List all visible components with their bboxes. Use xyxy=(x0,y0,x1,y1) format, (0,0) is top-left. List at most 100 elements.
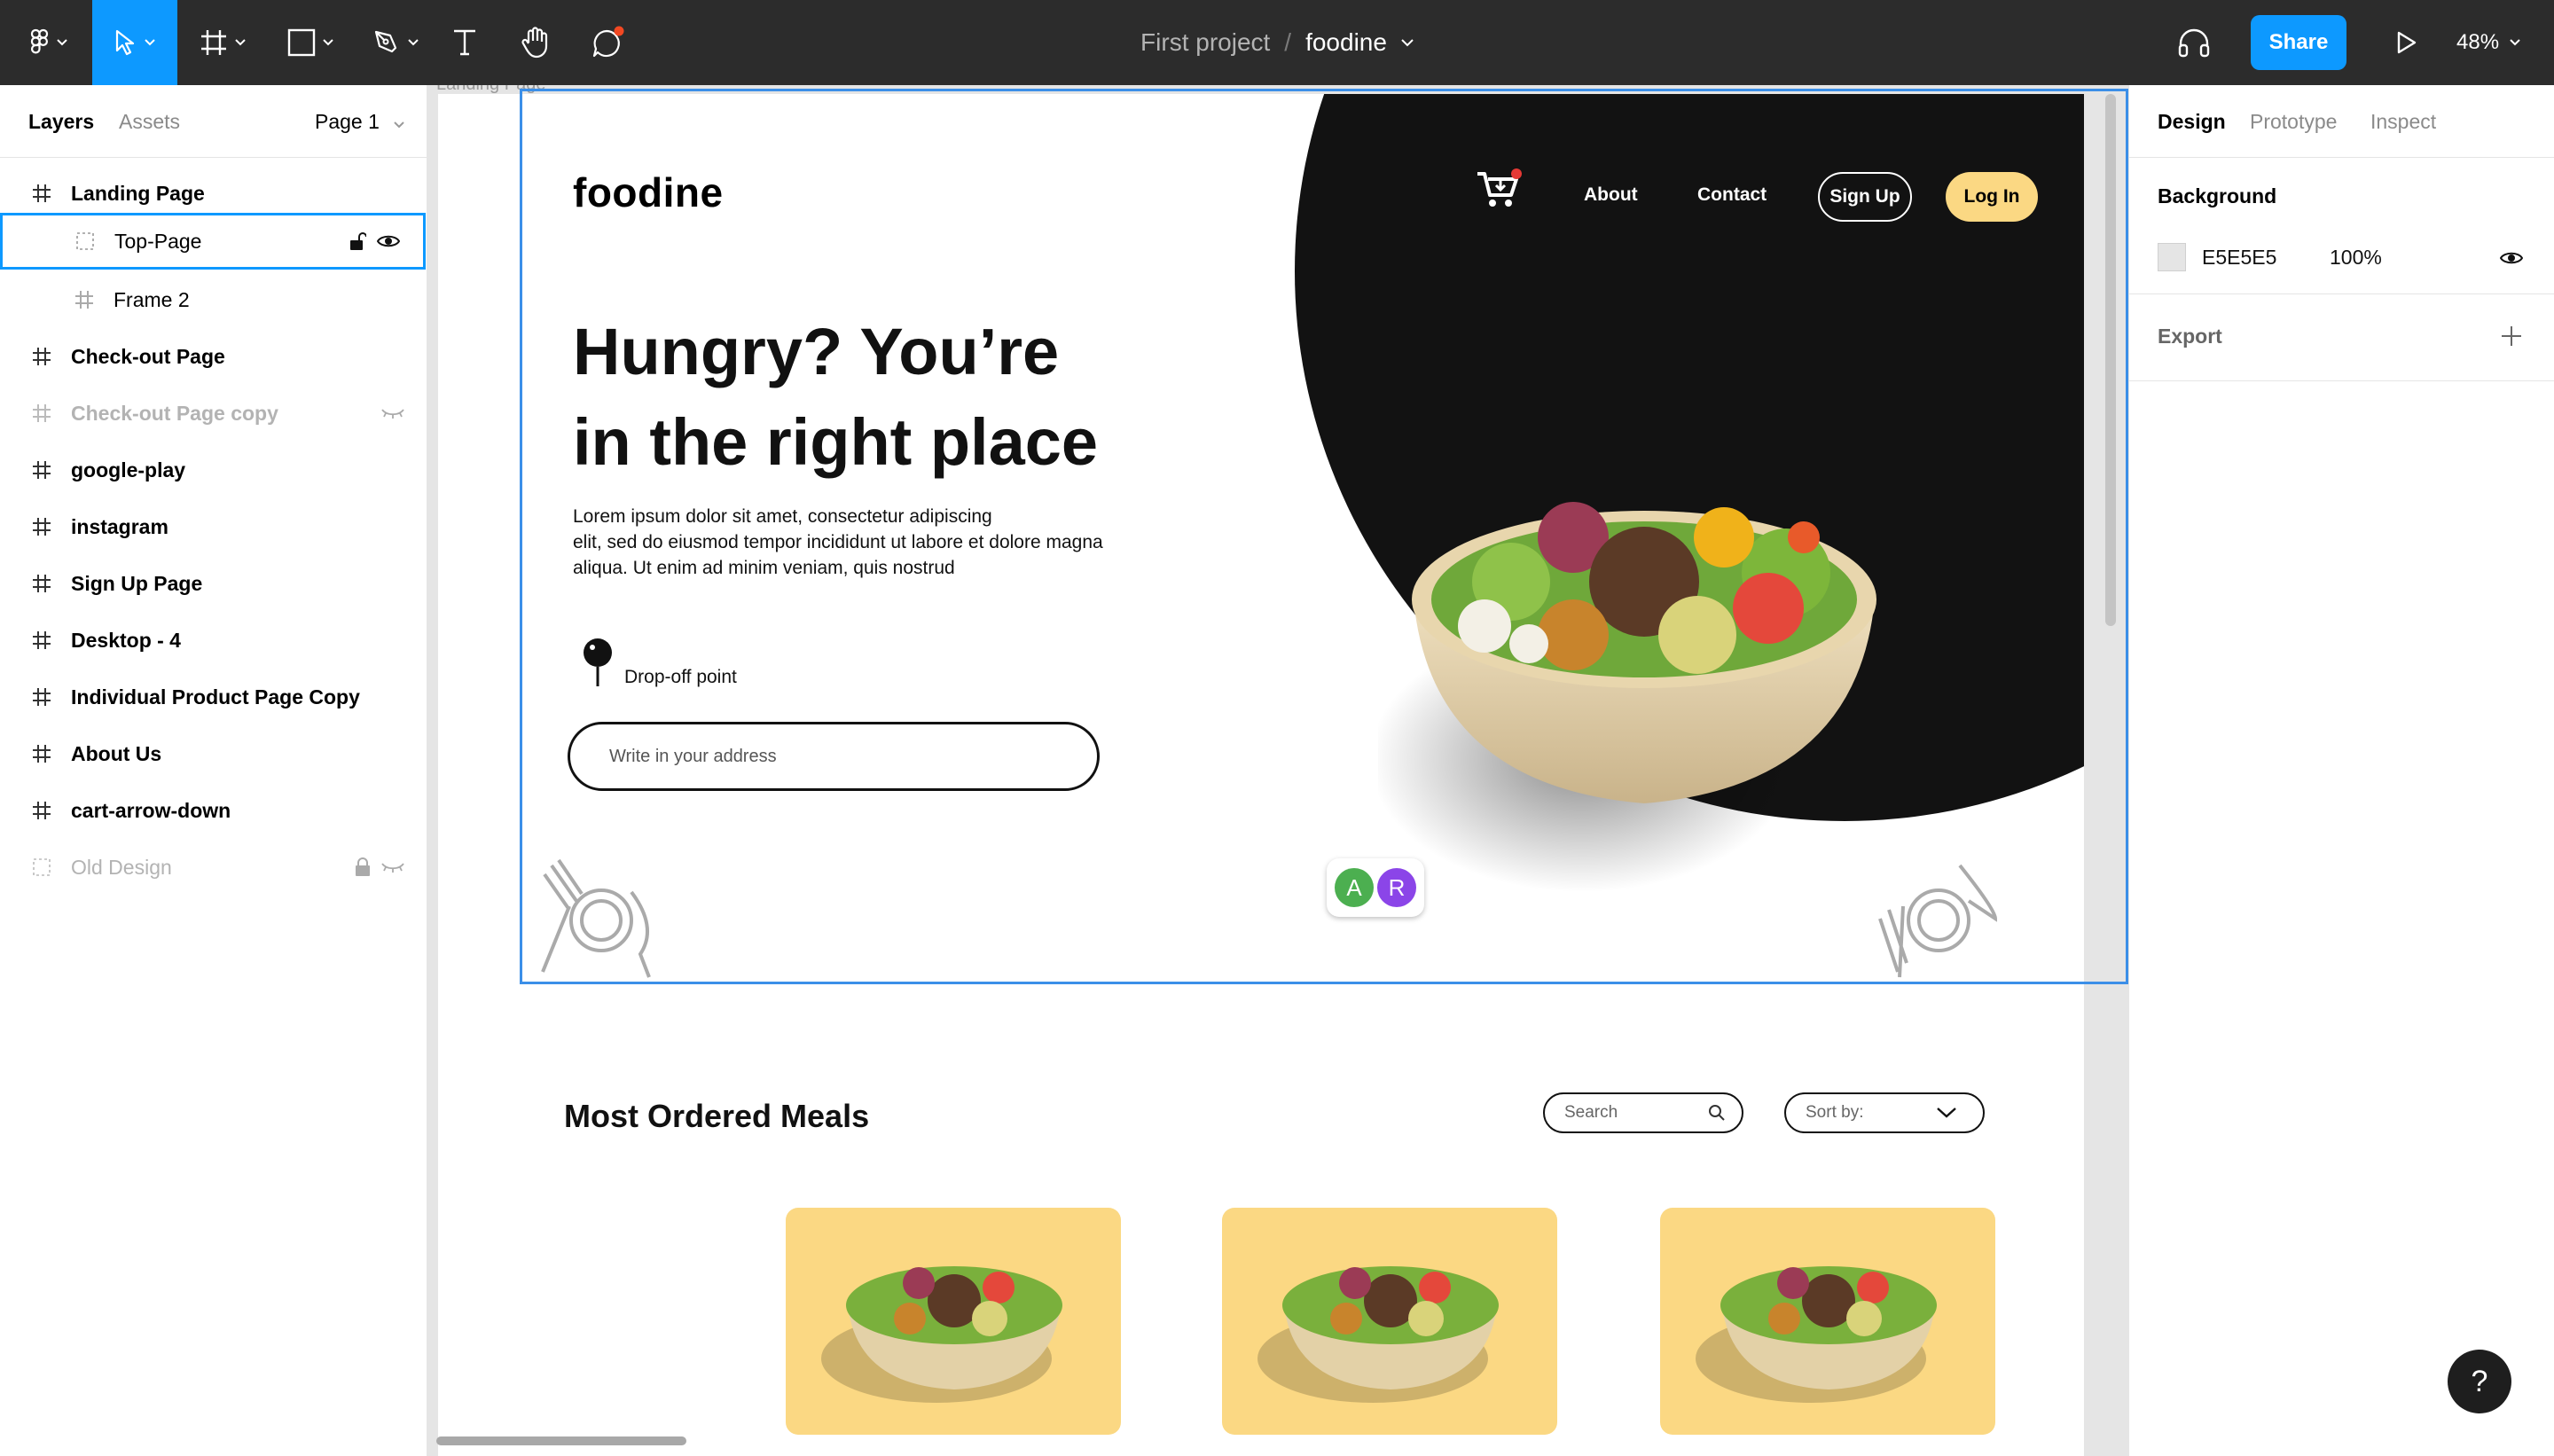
export-title: Export xyxy=(2158,325,2222,348)
signup-button[interactable]: Sign Up xyxy=(1818,172,1912,222)
layer-row[interactable]: Sign Up Page xyxy=(0,555,427,612)
layer-row[interactable]: Frame 2 xyxy=(0,271,427,328)
meal-card-image xyxy=(1257,1266,1499,1403)
frame-icon xyxy=(30,458,53,481)
design-canvas[interactable]: foodine About Contact Sign Up Log In Hun… xyxy=(427,85,2128,1456)
page-selector-label: Page 1 xyxy=(315,110,380,133)
hero-headline-line: Hungry? You’re xyxy=(573,315,1060,388)
layer-name: Sign Up Page xyxy=(71,571,203,595)
landing-page-frame[interactable]: foodine About Contact Sign Up Log In Hun… xyxy=(438,94,2084,1456)
lock-icon[interactable] xyxy=(355,857,371,877)
page-selector[interactable]: Page 1 xyxy=(315,110,405,134)
main-menu-button[interactable] xyxy=(18,0,80,85)
eye-icon[interactable] xyxy=(2500,250,2523,266)
frame-icon xyxy=(30,629,53,652)
sort-dropdown[interactable]: Sort by: xyxy=(1784,1092,1985,1133)
frame-tool-button[interactable] xyxy=(188,0,257,85)
address-input[interactable]: Write in your address xyxy=(568,722,1100,791)
file-name[interactable]: foodine xyxy=(1305,28,1387,57)
meal-card[interactable] xyxy=(1660,1208,1995,1435)
meal-search-input[interactable]: Search xyxy=(1543,1092,1743,1133)
chevron-down-icon xyxy=(1937,1108,1956,1118)
layers-panel: Layers Assets Page 1 Landing Page Top-Pa… xyxy=(0,85,427,1456)
pen-tool-button[interactable] xyxy=(362,0,429,85)
layer-row[interactable]: cart-arrow-down xyxy=(0,782,427,839)
chevron-down-icon[interactable] xyxy=(1401,38,1414,47)
tab-layers[interactable]: Layers xyxy=(28,110,94,134)
nav-about[interactable]: About xyxy=(1584,184,1638,206)
eye-icon[interactable] xyxy=(377,233,400,249)
headphones-icon xyxy=(2178,28,2210,58)
figma-logo-icon xyxy=(30,28,49,54)
meal-card[interactable] xyxy=(786,1208,1121,1435)
move-tool-button[interactable] xyxy=(92,0,177,85)
layer-name: google-play xyxy=(71,458,186,481)
eye-closed-icon[interactable] xyxy=(381,861,404,873)
tab-design[interactable]: Design xyxy=(2158,110,2226,134)
layer-row[interactable]: About Us xyxy=(0,725,427,782)
sort-label: Sort by: xyxy=(1806,1103,1864,1122)
hero-description-line: elit, sed do eiusmod tempor incididunt u… xyxy=(573,532,1103,552)
layer-row-selected[interactable]: Top-Page xyxy=(0,213,426,270)
layer-row-hidden[interactable]: Old Design xyxy=(0,839,427,896)
help-button[interactable]: ? xyxy=(2448,1350,2511,1413)
comment-tool-button[interactable] xyxy=(585,0,631,85)
left-panel-tabs: Layers Assets Page 1 xyxy=(0,85,427,158)
search-icon xyxy=(1709,1105,1725,1121)
layer-row-hidden[interactable]: Check-out Page copy xyxy=(0,385,427,442)
shape-tool-button[interactable] xyxy=(277,0,344,85)
layer-row[interactable]: Individual Product Page Copy xyxy=(0,669,427,725)
tab-inspect[interactable]: Inspect xyxy=(2370,110,2436,134)
share-button[interactable]: Share xyxy=(2251,15,2346,70)
frame-icon xyxy=(30,572,53,595)
horizontal-scrollbar[interactable] xyxy=(436,1436,686,1445)
frame-icon xyxy=(30,402,53,425)
group-icon xyxy=(30,856,53,879)
audio-button[interactable] xyxy=(2171,0,2217,85)
background-opacity[interactable]: 100% xyxy=(2330,246,2382,270)
layer-row[interactable]: Check-out Page xyxy=(0,328,427,385)
layer-row[interactable]: Desktop - 4 xyxy=(0,612,427,669)
comment-icon xyxy=(592,26,624,58)
section-title: Most Ordered Meals xyxy=(564,1098,870,1134)
eye-closed-icon[interactable] xyxy=(381,407,404,419)
present-button[interactable] xyxy=(2386,0,2428,85)
chevron-down-icon xyxy=(408,39,419,46)
vertical-scrollbar[interactable] xyxy=(2105,94,2116,626)
layer-actions xyxy=(355,857,404,877)
layer-row[interactable]: google-play xyxy=(0,442,427,498)
hand-tool-button[interactable] xyxy=(514,0,557,85)
zoom-menu[interactable]: 48% xyxy=(2456,0,2520,85)
layer-row[interactable]: instagram xyxy=(0,498,427,555)
properties-panel: Design Prototype Inspect Background E5E5… xyxy=(2128,85,2554,1456)
layer-name: Old Design xyxy=(71,855,172,879)
nav-contact[interactable]: Contact xyxy=(1697,184,1767,206)
color-swatch[interactable] xyxy=(2158,243,2186,271)
frame-icon xyxy=(30,685,53,708)
tab-prototype[interactable]: Prototype xyxy=(2250,110,2337,134)
background-hex[interactable]: E5E5E5 xyxy=(2202,246,2276,270)
chevron-down-icon xyxy=(2510,39,2520,46)
plus-icon[interactable] xyxy=(2500,325,2523,348)
cart-icon xyxy=(1477,168,1522,207)
layer-name: instagram xyxy=(71,514,168,538)
unlock-icon[interactable] xyxy=(349,231,366,251)
tab-assets[interactable]: Assets xyxy=(119,110,180,134)
hero-description-line: Lorem ipsum dolor sit amet, consectetur … xyxy=(573,506,992,527)
zoom-level: 48% xyxy=(2456,30,2500,54)
avatar[interactable]: A xyxy=(1335,868,1374,907)
pen-icon xyxy=(374,30,397,53)
text-tool-button[interactable] xyxy=(443,0,486,85)
layer-actions xyxy=(381,407,404,419)
meal-card-image xyxy=(1696,1266,1937,1403)
layer-actions xyxy=(349,231,400,251)
project-name[interactable]: First project xyxy=(1140,28,1270,57)
avatar[interactable]: R xyxy=(1377,868,1416,907)
background-title: Background xyxy=(2158,184,2277,207)
text-icon xyxy=(454,29,475,56)
meal-card[interactable] xyxy=(1222,1208,1557,1435)
chevron-down-icon xyxy=(145,39,155,46)
login-button[interactable]: Log In xyxy=(1946,172,2038,222)
hand-icon xyxy=(521,27,548,59)
frame-label[interactable]: Landing Page xyxy=(436,85,545,95)
